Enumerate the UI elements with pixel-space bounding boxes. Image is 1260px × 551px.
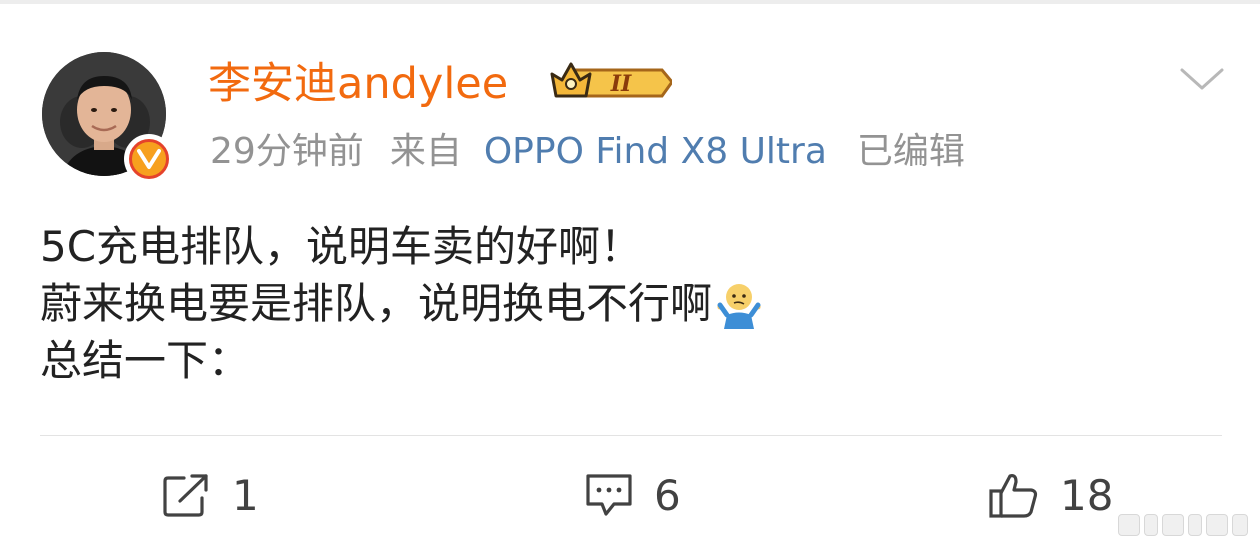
like-button[interactable]: 18 <box>988 468 1113 522</box>
thumbs-up-icon <box>989 474 1038 518</box>
vip-level-label: II <box>610 71 632 97</box>
repost-count: 1 <box>232 470 259 520</box>
author-name[interactable]: 李安迪andylee <box>208 56 508 112</box>
watermark <box>1118 512 1254 538</box>
comment-count: 6 <box>654 470 681 520</box>
repost-button[interactable]: 1 <box>162 468 259 522</box>
like-count: 18 <box>1060 470 1114 520</box>
device-link[interactable]: OPPO Find X8 Ultra <box>484 131 827 172</box>
content-line: 蔚来换电要是排队，说明换电不行啊 <box>40 275 764 332</box>
action-divider <box>40 435 1222 436</box>
source-prefix: 来自 <box>389 131 462 172</box>
top-divider <box>0 0 1260 4</box>
content-line: 5C充电排队，说明车卖的好啊！ <box>40 222 643 271</box>
comment-button[interactable]: 6 <box>584 468 681 522</box>
verified-badge <box>124 134 174 184</box>
post-time: 29分钟前 <box>210 131 364 172</box>
weibo-post-card: 李安迪andylee II 29分钟前 来自 OPPO Find X8 Ultra 已… <box>0 0 1260 551</box>
verified-v-icon <box>137 149 161 169</box>
edited-label[interactable]: 已编辑 <box>857 131 965 172</box>
vip-crown-icon[interactable]: II <box>544 58 672 106</box>
post-meta: 29分钟前 来自 OPPO Find X8 Ultra 已编辑 <box>210 128 965 176</box>
repost-icon <box>163 474 208 517</box>
content-line: 总结一下： <box>40 336 251 385</box>
post-content: 5C充电排队，说明车卖的好啊！ 蔚来换电要是排队，说明换电不行啊 总结一下： <box>40 218 764 389</box>
chevron-down-icon[interactable] <box>1178 64 1226 94</box>
shrug-emoji-icon <box>717 283 761 329</box>
comment-icon <box>586 474 632 516</box>
